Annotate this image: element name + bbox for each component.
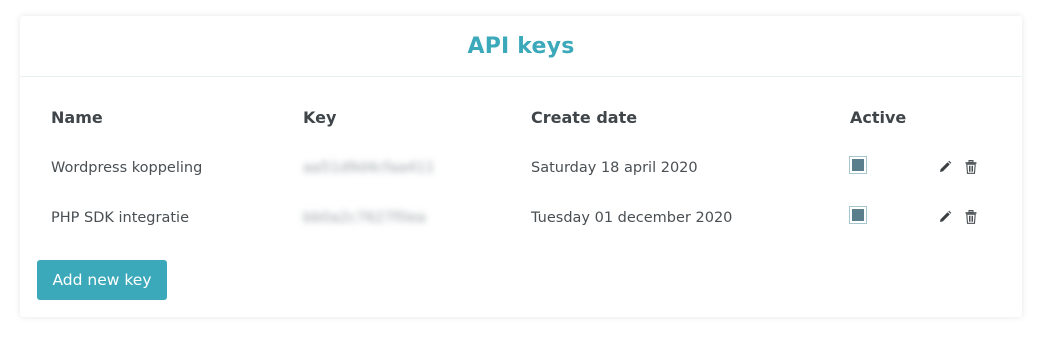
column-header-key: Key bbox=[303, 108, 337, 127]
active-checkbox[interactable] bbox=[849, 156, 867, 174]
column-header-name: Name bbox=[51, 108, 103, 127]
column-header-active: Active bbox=[850, 108, 907, 127]
create-date: Saturday 18 april 2020 bbox=[531, 160, 698, 176]
api-keys-card: API keys Name Key Create date Active Wor… bbox=[20, 16, 1022, 317]
edit-pencil-icon[interactable] bbox=[938, 159, 952, 173]
key-name: PHP SDK integratie bbox=[51, 210, 189, 226]
column-header-create-date: Create date bbox=[531, 108, 638, 127]
create-date: Tuesday 01 december 2020 bbox=[531, 210, 733, 226]
checkbox-checked-indicator bbox=[852, 159, 864, 171]
api-key-value: aa51d9d4cfaa411 bbox=[303, 160, 435, 176]
delete-trash-icon[interactable] bbox=[964, 209, 978, 224]
key-name: Wordpress koppeling bbox=[51, 160, 203, 176]
api-key-value: bb0a2c7627f0ea bbox=[303, 210, 426, 226]
add-new-key-button[interactable]: Add new key bbox=[37, 260, 167, 300]
card-title: API keys bbox=[467, 33, 575, 59]
checkbox-checked-indicator bbox=[852, 209, 864, 221]
table-row: PHP SDK integratie bb0a2c7627f0ea Tuesda… bbox=[20, 203, 1022, 233]
delete-trash-icon[interactable] bbox=[964, 159, 978, 174]
active-checkbox[interactable] bbox=[849, 206, 867, 224]
table-row: Wordpress koppeling aa51d9d4cfaa411 Satu… bbox=[20, 153, 1022, 183]
edit-pencil-icon[interactable] bbox=[938, 209, 952, 223]
card-header: API keys bbox=[20, 16, 1022, 77]
